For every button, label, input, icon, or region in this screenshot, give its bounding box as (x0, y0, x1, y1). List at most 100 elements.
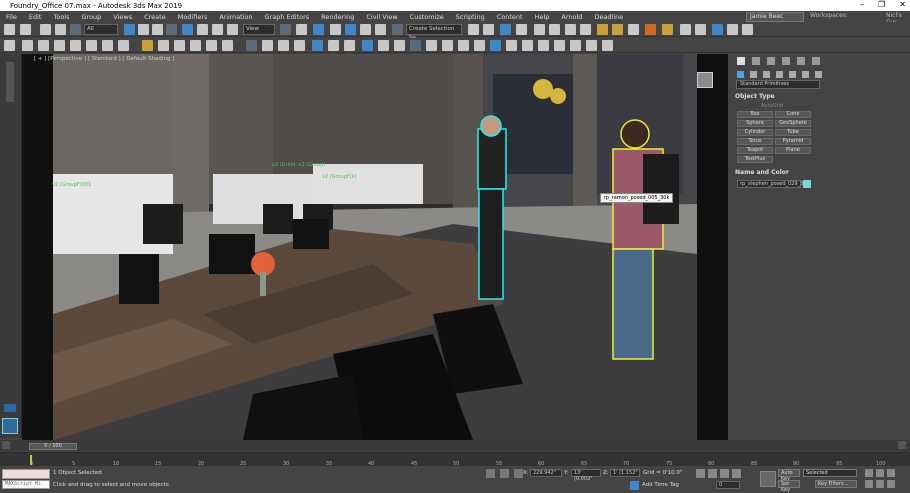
menu-graph-editors[interactable]: Graph Editors (265, 13, 310, 21)
snap-3d-icon[interactable] (330, 24, 341, 35)
utility-icon[interactable] (410, 40, 421, 51)
light-lister-icon[interactable] (695, 24, 706, 35)
systems-icon[interactable] (328, 40, 339, 51)
set-key-icon[interactable] (760, 471, 776, 487)
hierarchy-tab-icon[interactable] (767, 57, 775, 65)
hierarchy-icon[interactable] (426, 40, 437, 51)
isolate-selection-icon[interactable] (486, 469, 495, 478)
align-view-icon[interactable] (458, 40, 469, 51)
maxscript-listener-icon[interactable] (712, 24, 723, 35)
scene-explorer-tab[interactable] (6, 62, 14, 102)
array-icon[interactable] (554, 40, 565, 51)
orbit-icon[interactable] (887, 480, 895, 488)
absolute-mode-icon[interactable] (514, 469, 523, 478)
add-time-tag[interactable]: Add Time Tag (642, 482, 679, 488)
menu-create[interactable]: Create (144, 13, 166, 21)
cameras-icon[interactable] (776, 70, 783, 78)
reference-coordinate-dropdown[interactable]: View (243, 24, 275, 35)
set-key-button[interactable]: Set Key (778, 480, 800, 493)
maxscript-listener-mini[interactable] (2, 469, 50, 479)
maximize-button[interactable]: ❐ (878, 0, 885, 9)
time-slider[interactable]: 0 / 100 (29, 443, 77, 450)
geosphere-icon[interactable] (222, 40, 233, 51)
freeze-icon[interactable] (378, 40, 389, 51)
viewport-label[interactable]: [ + ] [Perspective ] [ Standard ] [ Defa… (34, 56, 174, 62)
expand-icon[interactable] (4, 404, 16, 412)
render-setup-icon[interactable] (580, 24, 591, 35)
helpers-icon[interactable] (789, 70, 796, 78)
sphere-button[interactable]: Sphere (737, 120, 773, 127)
pyramid-button[interactable]: Pyramid (775, 138, 811, 145)
playback-controls[interactable] (696, 469, 746, 478)
menu-edit[interactable]: Edit (29, 13, 42, 21)
cone-button[interactable]: Cone (775, 111, 811, 118)
teapot-button[interactable]: Teapot (737, 147, 773, 154)
play-icon[interactable] (720, 469, 729, 478)
box-button[interactable]: Box (737, 111, 773, 118)
dynamics-icon[interactable] (262, 40, 273, 51)
align-icon[interactable] (483, 24, 494, 35)
arnold-icon[interactable] (645, 24, 656, 35)
biped-icon[interactable] (294, 40, 305, 51)
menu-customize[interactable]: Customize (410, 13, 444, 21)
render-production-icon[interactable] (612, 24, 623, 35)
normal-align-icon[interactable] (474, 40, 485, 51)
goto-start-icon[interactable] (696, 469, 705, 478)
shape-icon[interactable] (190, 40, 201, 51)
menu-file[interactable]: File (6, 13, 17, 21)
selection-lock-icon[interactable] (500, 469, 509, 478)
z-coordinate[interactable]: 1' (1.152" (610, 469, 640, 477)
cylinder-icon[interactable] (70, 40, 81, 51)
cone-icon[interactable] (102, 40, 113, 51)
menu-help[interactable]: Help (535, 13, 550, 21)
list-view-icon[interactable] (742, 24, 753, 35)
rect-selection-icon[interactable] (152, 24, 163, 35)
box-icon[interactable] (38, 40, 49, 51)
viewport-navigation-controls[interactable] (865, 469, 905, 489)
menu-tools[interactable]: Tools (53, 13, 69, 21)
cylinder-button[interactable]: Cylinder (737, 129, 773, 136)
window-crossing-icon[interactable] (166, 24, 177, 35)
sphere-icon[interactable] (54, 40, 65, 51)
plane-button[interactable]: Plane (775, 147, 811, 154)
populate-icon[interactable] (490, 40, 501, 51)
spacewarp-icon[interactable] (312, 40, 323, 51)
display-icon[interactable] (394, 40, 405, 51)
modify-tab-icon[interactable] (752, 57, 760, 65)
snapshot-icon[interactable] (570, 40, 581, 51)
paint-icon[interactable] (506, 40, 517, 51)
x-coordinate[interactable]: 229.942" (530, 469, 562, 477)
keyboard-shortcut-icon[interactable] (313, 24, 324, 35)
menu-content[interactable]: Content (497, 13, 523, 21)
percent-snap-icon[interactable] (360, 24, 371, 35)
move-icon[interactable] (182, 24, 193, 35)
textplus-button[interactable]: TextPlus (737, 156, 773, 163)
maxscript-input[interactable]: MAXScript Mi (2, 480, 50, 489)
current-frame[interactable]: 0 (716, 481, 740, 489)
select-by-name-icon[interactable] (138, 24, 149, 35)
plane-icon[interactable] (118, 40, 129, 51)
next-key-icon[interactable] (732, 469, 741, 478)
close-button[interactable]: ✕ (899, 0, 906, 9)
menu-arnold[interactable]: Arnold (561, 13, 582, 21)
prev-frame-icon[interactable] (2, 441, 10, 449)
open-explorer-icon[interactable] (680, 24, 691, 35)
tube-button[interactable]: Tube (775, 129, 811, 136)
y-coordinate[interactable]: 13' (0.002" (571, 469, 601, 482)
rotate-icon[interactable] (197, 24, 208, 35)
menu-animation[interactable]: Animation (219, 13, 252, 21)
geosphere-button[interactable]: GeoSphere (775, 120, 811, 127)
field-of-view-icon[interactable] (865, 480, 873, 488)
menu-civil-view[interactable]: Civil View (366, 13, 397, 21)
lights-icon[interactable] (763, 70, 770, 78)
clone-icon[interactable] (602, 40, 613, 51)
geometry-icon[interactable] (737, 70, 744, 78)
menu-group[interactable]: Group (82, 13, 102, 21)
hide-icon[interactable] (344, 40, 355, 51)
deadline-submit-icon[interactable] (662, 24, 673, 35)
time-tag-icon[interactable] (630, 481, 639, 490)
bind-space-warp-icon[interactable] (70, 24, 81, 35)
helper-icon[interactable] (174, 40, 185, 51)
perspective-viewport[interactable]: v2 (Grind. v2 (Group) v2 (GroupF(k) v2 (… (22, 54, 728, 440)
curve-editor-icon[interactable] (534, 24, 545, 35)
